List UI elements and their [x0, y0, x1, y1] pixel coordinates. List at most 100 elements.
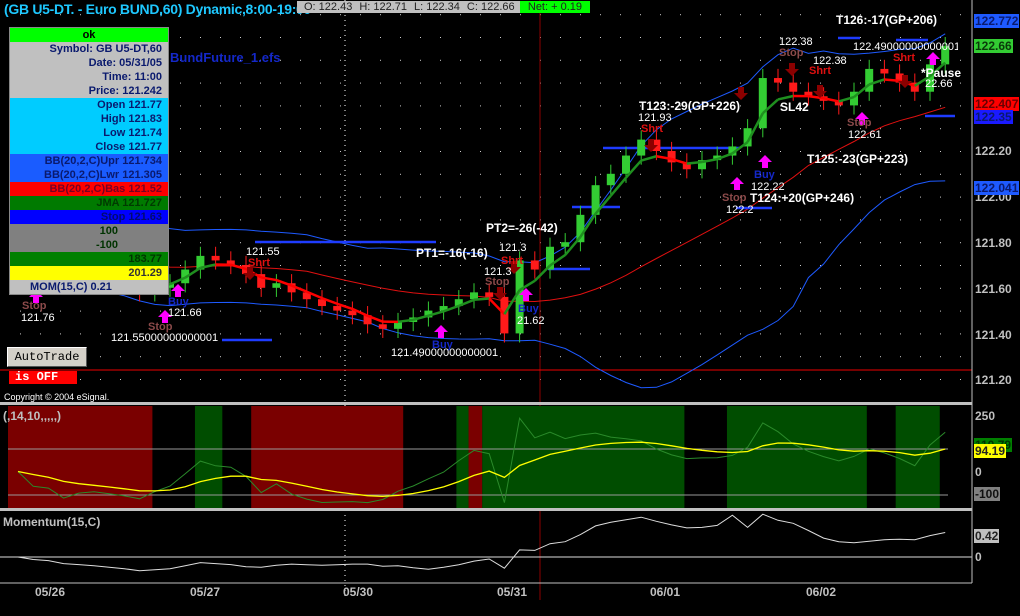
grid-dot	[260, 128, 261, 130]
dw-date: Date: 05/31/05	[10, 56, 168, 70]
grid-dot	[640, 196, 641, 198]
grid-dot	[400, 173, 401, 175]
grid-dot	[340, 310, 341, 312]
grid-dot	[760, 151, 761, 152]
grid-dot	[600, 379, 601, 380]
grid-dot	[600, 128, 601, 130]
bb-lower-axis-label: 122.041	[974, 181, 1020, 195]
grid-dot	[920, 265, 921, 266]
grid-dot	[720, 151, 721, 152]
grid-dot	[560, 128, 561, 130]
grid-dot	[400, 82, 401, 84]
grid-dot	[480, 173, 481, 175]
grid-dot	[480, 242, 481, 244]
grid-dot	[500, 356, 501, 358]
grid-dot	[820, 379, 821, 380]
grid-dot	[100, 310, 101, 312]
grid-dot	[560, 333, 561, 335]
grid-dot	[500, 82, 501, 84]
grid-dot	[220, 196, 221, 198]
grid-dot	[900, 173, 901, 175]
dw-symbol: Symbol: GB U5-DT,60	[10, 42, 168, 56]
grid-dot	[800, 128, 801, 130]
grid-dot	[360, 37, 361, 38]
grid-dot	[440, 59, 441, 61]
chart-title: (GB U5-DT. - Euro BUND,60) Dynamic,8:00-…	[4, 1, 312, 17]
grid-dot	[420, 105, 421, 107]
dw-cci: 183.77	[10, 252, 168, 266]
grid-dot	[880, 59, 881, 61]
grid-dot	[480, 265, 481, 266]
grid-dot	[600, 105, 601, 107]
grid-dot	[320, 128, 321, 130]
trade-label: T126:-17(GP+206)	[836, 13, 938, 27]
grid-dot	[180, 82, 181, 84]
stop-signal: Stop	[485, 276, 510, 288]
grid-dot	[960, 59, 961, 61]
grid-dot	[580, 333, 581, 335]
grid-dot	[340, 151, 341, 152]
grid-dot	[700, 287, 701, 289]
grid-dot	[660, 242, 661, 244]
grid-dot	[80, 310, 81, 312]
grid-dot	[780, 287, 781, 289]
low-value: L: 122.34	[414, 1, 460, 13]
momentum-line	[17, 513, 946, 572]
grid-dot	[880, 105, 881, 107]
grid-dot	[500, 151, 501, 152]
grid-dot	[340, 196, 341, 198]
grid-dot	[280, 356, 281, 358]
grid-dot	[200, 379, 201, 380]
cci-region-bull	[726, 406, 867, 508]
grid-dot	[720, 196, 721, 198]
grid-dot	[360, 265, 361, 266]
grid-dot	[160, 356, 161, 358]
grid-dot	[240, 151, 241, 152]
grid-dot	[860, 59, 861, 61]
grid-dot	[560, 310, 561, 312]
grid-dot	[640, 219, 641, 221]
price-tick: 121.40	[975, 328, 1012, 342]
grid-dot	[580, 196, 581, 198]
data-window[interactable]: ok Symbol: GB U5-DT,60 Date: 05/31/05 Ti…	[9, 27, 169, 295]
grid-dot	[640, 287, 641, 289]
grid-dot	[620, 82, 621, 84]
grid-dot	[360, 151, 361, 152]
grid-dot	[360, 173, 361, 175]
autotrade-button[interactable]: AutoTrade	[7, 347, 87, 367]
grid-dot	[460, 14, 461, 16]
high-value: H: 122.71	[359, 1, 408, 13]
grid-dot	[380, 173, 381, 175]
grid-dot	[680, 82, 681, 84]
grid-dot	[700, 356, 701, 358]
grid-dot	[900, 196, 901, 198]
grid-dot	[200, 105, 201, 107]
grid-dot	[260, 151, 261, 152]
grid-dot	[780, 356, 781, 358]
grid-dot	[780, 59, 781, 61]
grid-dot	[440, 128, 441, 130]
grid-dot	[280, 219, 281, 221]
grid-dot	[960, 242, 961, 244]
grid-dot	[560, 173, 561, 175]
grid-dot	[680, 196, 681, 198]
grid-dot	[520, 379, 521, 380]
grid-dot	[960, 128, 961, 130]
grid-dot	[900, 105, 901, 107]
cci-region-bear	[251, 406, 404, 508]
grid-dot	[340, 128, 341, 130]
grid-dot	[860, 219, 861, 221]
grid-dot	[620, 151, 621, 152]
grid-dot	[480, 219, 481, 221]
grid-dot	[480, 333, 481, 335]
net-change: Net: + 0.19	[519, 1, 590, 13]
grid-dot	[20, 333, 21, 335]
grid-dot	[560, 14, 561, 16]
jma-segment	[473, 297, 490, 302]
grid-dot	[420, 265, 421, 266]
grid-dot	[920, 219, 921, 221]
grid-dot	[620, 310, 621, 312]
short-signal: Shrt	[641, 123, 663, 135]
price-note: 22.66	[925, 78, 953, 90]
grid-dot	[520, 128, 521, 130]
